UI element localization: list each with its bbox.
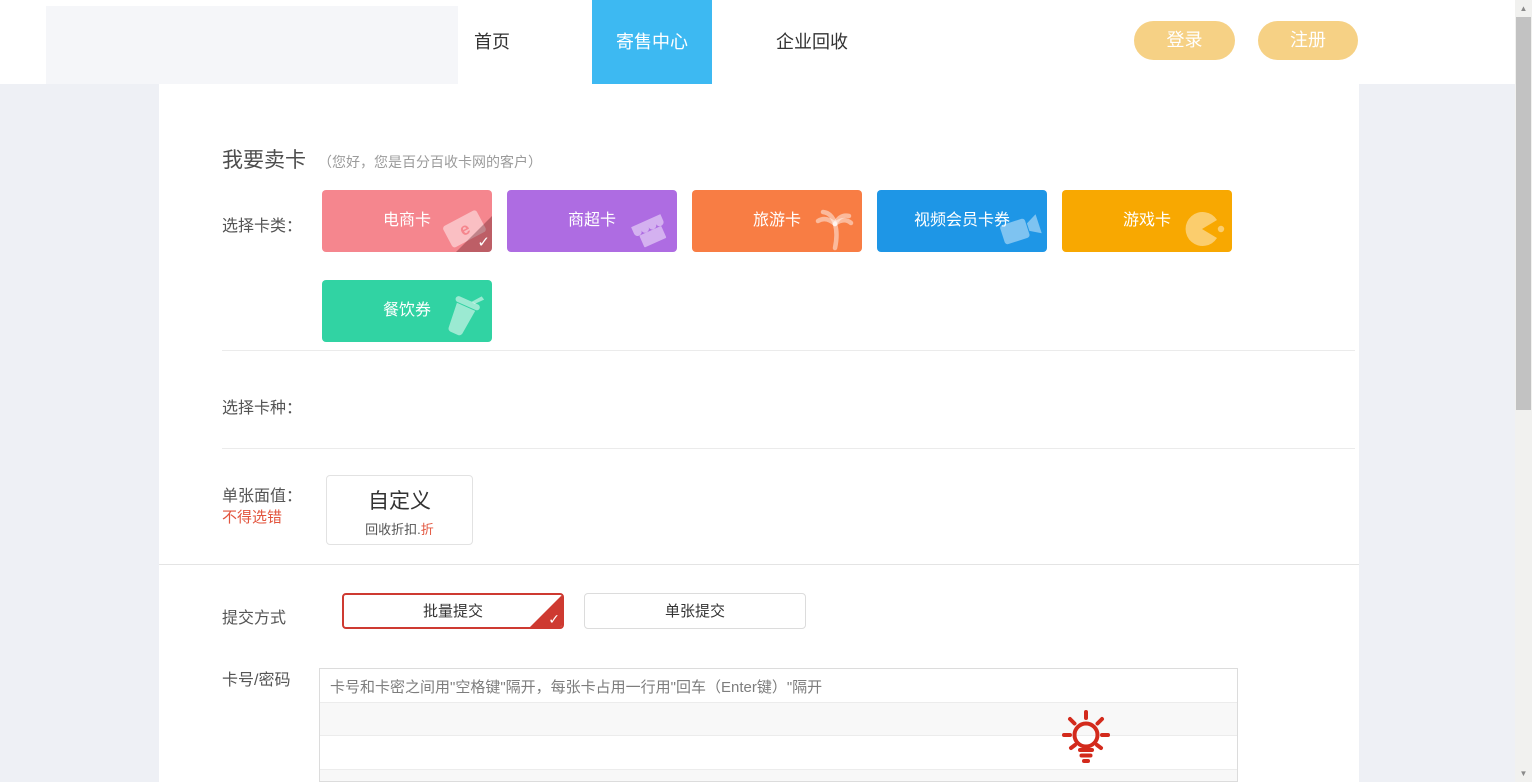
vertical-scrollbar[interactable]: ▲ ▼ bbox=[1515, 0, 1532, 782]
card-type-video-membership[interactable]: 视频会员卡券 bbox=[877, 190, 1047, 252]
card-type-dining-label: 餐饮券 bbox=[383, 302, 431, 319]
card-type-game-label: 游戏卡 bbox=[1123, 212, 1171, 229]
page-title-text: 我要卖卡 bbox=[222, 149, 306, 172]
card-type-ecommerce[interactable]: 电商卡 e ✓ bbox=[322, 190, 492, 252]
card-class-label: 选择卡类： bbox=[222, 212, 302, 236]
card-type-supermarket[interactable]: 商超卡 bbox=[507, 190, 677, 252]
submit-option-batch[interactable]: 批量提交 ✓ bbox=[342, 593, 564, 629]
login-button[interactable]: 登录 bbox=[1134, 21, 1235, 60]
logo-placeholder bbox=[46, 6, 458, 84]
card-type-game[interactable]: 游戏卡 bbox=[1062, 190, 1232, 252]
register-button[interactable]: 注册 bbox=[1258, 21, 1358, 60]
card-number-password-input[interactable] bbox=[320, 669, 1237, 781]
submit-option-single[interactable]: 单张提交 bbox=[584, 593, 806, 629]
divider bbox=[222, 350, 1355, 351]
face-value-custom-option[interactable]: 自定义 回收折扣.折 bbox=[326, 475, 473, 545]
face-value-warning: 不得选错 bbox=[222, 506, 282, 527]
palm-tree-icon bbox=[808, 202, 860, 252]
header: 首页 寄售中心 企业回收 登录 注册 bbox=[0, 0, 1532, 84]
custom-option-title: 自定义 bbox=[327, 485, 472, 515]
card-type-video-membership-label: 视频会员卡券 bbox=[914, 212, 1010, 229]
supermarket-awning-icon bbox=[623, 202, 675, 252]
card-type-supermarket-label: 商超卡 bbox=[568, 212, 616, 229]
selected-check-icon: ✓ bbox=[548, 612, 560, 626]
divider bbox=[222, 448, 1355, 449]
pacman-icon bbox=[1178, 202, 1230, 252]
discount-prefix: 回收折扣. bbox=[365, 522, 421, 537]
scrollbar-down-arrow-icon[interactable]: ▼ bbox=[1515, 765, 1532, 782]
card-input-area bbox=[319, 668, 1238, 782]
submit-option-single-label: 单张提交 bbox=[665, 603, 725, 620]
submit-option-batch-label: 批量提交 bbox=[423, 603, 483, 620]
card-type-travel[interactable]: 旅游卡 bbox=[692, 190, 862, 252]
scrollbar-thumb[interactable] bbox=[1516, 17, 1531, 410]
nav-item-home[interactable]: 首页 bbox=[458, 0, 526, 84]
page-title: 我要卖卡 （您好，您是百分百收卡网的客户） bbox=[222, 144, 542, 174]
scrollbar-up-arrow-icon[interactable]: ▲ bbox=[1515, 0, 1532, 17]
drink-cup-icon bbox=[434, 288, 490, 342]
submit-method-label: 提交方式 bbox=[222, 604, 286, 628]
discount-suffix: 折 bbox=[421, 522, 434, 537]
nav-item-enterprise-recycle[interactable]: 企业回收 bbox=[746, 0, 878, 84]
face-value-label: 单张面值： bbox=[222, 482, 302, 506]
section-divider bbox=[159, 564, 1359, 565]
card-input-label: 卡号/密码 bbox=[222, 666, 290, 690]
nav-item-consignment-center[interactable]: 寄售中心 bbox=[592, 0, 712, 84]
card-type-ecommerce-label: 电商卡 bbox=[383, 212, 431, 229]
selected-check-icon: ✓ bbox=[477, 235, 490, 250]
card-kind-label: 选择卡种： bbox=[222, 394, 302, 418]
sell-card-panel: 我要卖卡 （您好，您是百分百收卡网的客户） 选择卡类： 电商卡 e ✓ 商超卡 旅… bbox=[159, 84, 1359, 782]
page-subtitle: （您好，您是百分百收卡网的客户） bbox=[318, 154, 542, 170]
card-type-travel-label: 旅游卡 bbox=[753, 212, 801, 229]
card-type-dining[interactable]: 餐饮券 bbox=[322, 280, 492, 342]
custom-option-discount: 回收折扣.折 bbox=[327, 519, 472, 538]
